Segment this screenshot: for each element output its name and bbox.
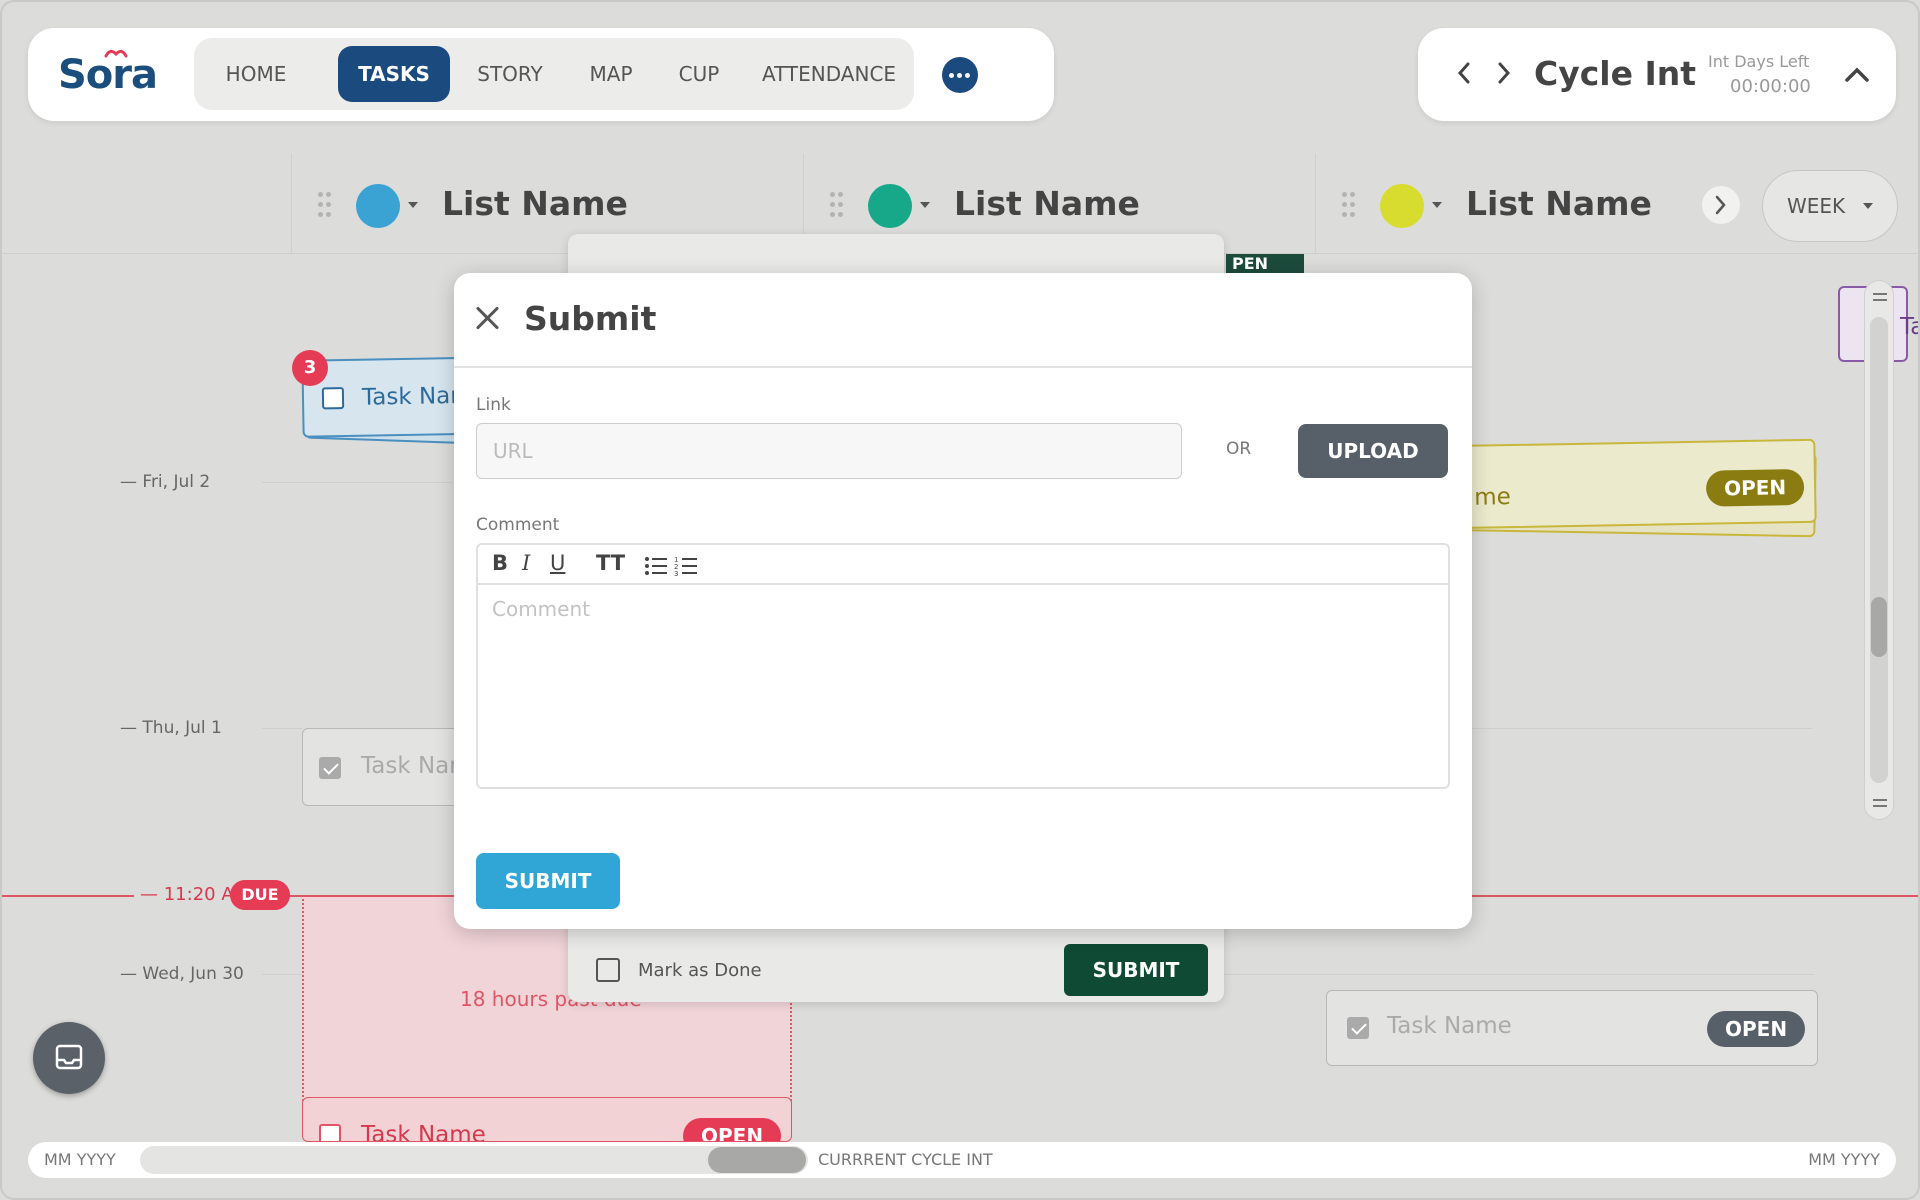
bold-icon[interactable]: B — [492, 551, 508, 575]
task-name: Task Name — [361, 1122, 486, 1142]
status-badge: PEN — [1226, 254, 1304, 274]
task-card-done[interactable]: Task Name OPEN — [1326, 990, 1818, 1066]
task-name: Task Name — [1387, 1013, 1512, 1039]
timeline-scroll-thumb[interactable] — [708, 1147, 806, 1173]
mark-done-label: Mark as Done — [638, 960, 762, 981]
comment-label: Comment — [476, 515, 560, 535]
task-submit-button[interactable]: SUBMIT — [1064, 944, 1208, 996]
inbox-button[interactable] — [33, 1022, 105, 1094]
task-name: me — [1473, 484, 1511, 511]
chevron-right-icon[interactable] — [1496, 58, 1512, 88]
modal-title: Submit — [524, 299, 657, 338]
caret-down-icon[interactable] — [920, 202, 930, 208]
day-label: — Thu, Jul 1 — [120, 718, 222, 738]
cycle-timeline-bar: MM YYYY CURRRENT CYCLE INT MM YYYY — [28, 1142, 1896, 1178]
list-column-3: List Name — [1316, 154, 1696, 254]
drag-handle-icon[interactable] — [1342, 192, 1356, 218]
vertical-scrollbar[interactable] — [1864, 280, 1894, 820]
list-name[interactable]: List Name — [1466, 184, 1652, 223]
cycle-panel: Cycle Int Int Days Left 00:00:00 — [1418, 28, 1896, 121]
submit-modal: Submit Link OR UPLOAD Comment B I U TT 1… — [454, 273, 1472, 929]
task-checkbox[interactable] — [1347, 1017, 1369, 1039]
chevron-right-icon — [1715, 195, 1726, 215]
app-frame: Sora HOME TASKS STORY MAP CUP ATTENDANCE… — [0, 0, 1920, 1200]
submit-button[interactable]: SUBMIT — [476, 853, 620, 909]
day-label: — Wed, Jun 30 — [120, 964, 244, 984]
text-size-icon[interactable]: TT — [596, 551, 625, 575]
numbered-list-icon[interactable]: 123 — [674, 555, 698, 577]
caret-down-icon[interactable] — [1432, 202, 1442, 208]
caret-down-icon — [1863, 203, 1873, 209]
timeline-end-label: MM YYYY — [1808, 1150, 1880, 1169]
view-mode-select[interactable]: WEEK — [1762, 170, 1898, 242]
close-icon[interactable] — [474, 305, 500, 331]
chevron-up-icon[interactable] — [1842, 54, 1872, 94]
stack-count-badge: 3 — [292, 350, 328, 386]
task-card-yellow[interactable]: me OPEN — [1441, 438, 1817, 530]
view-mode-label: WEEK — [1787, 194, 1846, 218]
top-nav: Sora HOME TASKS STORY MAP CUP ATTENDANCE — [28, 28, 1054, 121]
nav-tab-cup[interactable]: CUP — [668, 46, 730, 102]
task-checkbox[interactable] — [321, 387, 345, 410]
underline-icon[interactable]: U — [550, 551, 565, 575]
comment-editor: B I U TT 123 — [476, 543, 1450, 789]
list-name[interactable]: List Name — [954, 184, 1140, 223]
list-color-dot[interactable] — [356, 184, 400, 228]
caret-down-icon[interactable] — [408, 202, 418, 208]
drag-handle-icon[interactable] — [830, 192, 844, 218]
task-checkbox[interactable] — [319, 1124, 341, 1141]
timeline-start-label: MM YYYY — [44, 1150, 116, 1169]
upload-button[interactable]: UPLOAD — [1298, 424, 1448, 478]
status-badge: OPEN — [1705, 468, 1805, 507]
cycle-title: Cycle Int — [1534, 54, 1697, 93]
italic-icon[interactable]: I — [522, 551, 530, 575]
list-color-dot[interactable] — [868, 184, 912, 228]
mark-done-checkbox[interactable] — [596, 958, 620, 982]
task-detail-footer: Mark as Done SUBMIT — [568, 934, 1224, 1002]
nav-tab-home[interactable]: HOME — [204, 46, 308, 102]
more-menu-button[interactable] — [942, 57, 978, 93]
sora-logo[interactable]: Sora — [58, 48, 170, 103]
logo-bird-icon — [104, 49, 128, 58]
or-label: OR — [1226, 439, 1252, 459]
due-badge: DUE — [230, 880, 290, 910]
day-label: — Fri, Jul 2 — [120, 472, 211, 492]
current-cycle-label: CURRRENT CYCLE INT — [818, 1150, 993, 1169]
inbox-icon — [55, 1044, 83, 1070]
nav-tab-story[interactable]: STORY — [462, 46, 558, 102]
editor-toolbar: B I U TT 123 — [478, 545, 1448, 585]
nav-tab-attendance[interactable]: ATTENDANCE — [754, 46, 904, 102]
days-left-label: Int Days Left — [1708, 52, 1810, 71]
list-name[interactable]: List Name — [442, 184, 628, 223]
scroll-thumb[interactable] — [1871, 597, 1887, 657]
link-label: Link — [476, 395, 511, 415]
task-card-overdue[interactable]: Task Name OPEN — [302, 1097, 792, 1142]
drag-handle-icon[interactable] — [318, 192, 332, 218]
nav-tabs: HOME TASKS STORY MAP CUP ATTENDANCE — [194, 38, 914, 110]
nav-tab-tasks[interactable]: TASKS — [338, 46, 450, 102]
bullet-list-icon[interactable] — [644, 555, 668, 577]
next-columns-button[interactable] — [1702, 186, 1740, 224]
chevron-left-icon[interactable] — [1456, 58, 1472, 88]
ellipsis-icon — [949, 73, 954, 78]
comment-textarea[interactable] — [492, 597, 1432, 773]
nav-tab-map[interactable]: MAP — [574, 46, 648, 102]
status-badge: OPEN — [1707, 1011, 1806, 1047]
list-color-dot[interactable] — [1380, 184, 1424, 228]
task-checkbox[interactable] — [319, 757, 341, 779]
days-left-value: 00:00:00 — [1730, 76, 1811, 97]
url-input[interactable] — [476, 423, 1182, 479]
status-badge: OPEN — [683, 1118, 782, 1141]
svg-text:3: 3 — [674, 570, 678, 577]
